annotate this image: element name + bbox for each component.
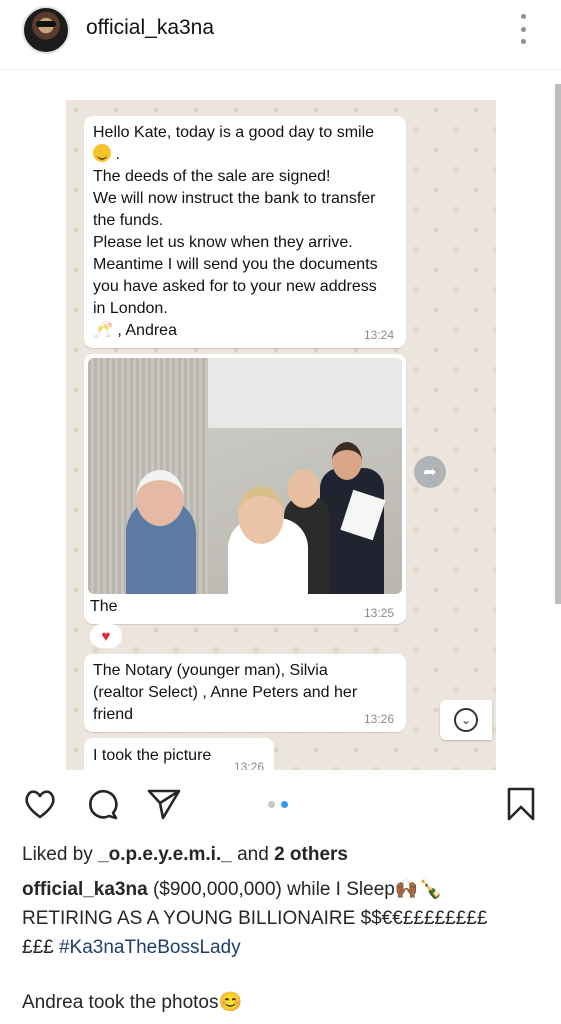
carousel-indicator xyxy=(268,801,288,808)
caption-text: RETIRING AS A YOUNG BILLIONAIRE $$€€££££… xyxy=(22,908,488,929)
likes-summary[interactable]: Liked by _o.p.e.y.e.m.i._ and 2 others xyxy=(22,844,348,866)
group-photo xyxy=(88,358,402,594)
message-line: Meantime I will send you the documents xyxy=(93,256,378,273)
message-bubble: The Notary (younger man), Silvia (realto… xyxy=(84,654,406,732)
message-line: in London. xyxy=(93,300,168,317)
action-bar xyxy=(0,786,561,826)
caption-text: ($900,000,000) while I Sleep🙌🏾🍾 xyxy=(147,879,443,900)
message-time: 13:26 xyxy=(363,712,394,726)
liked-by-others[interactable]: 2 others xyxy=(274,844,348,865)
message-time: 13:24 xyxy=(363,328,394,342)
message-line: (realtor Select) , Anne Peters and her xyxy=(93,684,358,701)
avatar[interactable] xyxy=(22,6,70,54)
forward-arrow-icon: ➦ xyxy=(414,456,446,488)
message-line: . xyxy=(93,144,397,166)
post-caption: official_ka3na ($900,000,000) while I Sl… xyxy=(22,875,542,962)
smile-emoji-icon xyxy=(93,144,111,162)
carousel-dot xyxy=(268,801,275,808)
message-line: the funds. xyxy=(93,212,164,229)
page-scrollbar[interactable] xyxy=(555,84,561,604)
caption-username[interactable]: official_ka3na xyxy=(22,879,148,900)
message-line: friend xyxy=(93,706,134,723)
message-line: 🥂 , Andrea xyxy=(93,322,177,339)
likes-mid: and xyxy=(231,844,275,865)
message-line: I took the picture xyxy=(93,747,212,764)
hashtag-link[interactable]: #Ka3naTheBossLady xyxy=(59,937,241,958)
likes-prefix: Liked by xyxy=(22,844,99,865)
send-icon[interactable] xyxy=(146,786,182,822)
post-image[interactable]: Hello Kate, today is a good day to smile… xyxy=(66,100,496,770)
message-time: 13:25 xyxy=(363,606,394,620)
heart-reaction-icon: ♥ xyxy=(90,624,122,648)
liked-by-user[interactable]: _o.p.e.y.e.m.i._ xyxy=(98,844,232,865)
more-vertical-icon[interactable] xyxy=(516,14,530,44)
message-line: Hello Kate, today is a good day to smile xyxy=(93,124,375,141)
username[interactable]: official_ka3na xyxy=(86,16,214,40)
bookmark-icon[interactable] xyxy=(503,786,539,822)
message-line: you have asked for to your new address xyxy=(93,278,377,295)
message-line: We will now instruct the bank to transfe… xyxy=(93,190,376,207)
message-time: 13:26 xyxy=(233,760,264,770)
carousel-dot xyxy=(281,801,288,808)
message-line: The deeds of the sale are signed! xyxy=(93,168,331,185)
message-bubble: I took the picture 13:26 xyxy=(84,738,274,770)
post-header: official_ka3na xyxy=(0,0,561,70)
message-bubble: Hello Kate, today is a good day to smile… xyxy=(84,116,406,348)
caption-comment: Andrea took the photos😊 xyxy=(22,992,243,1013)
message-line: The Notary (younger man), Silvia xyxy=(93,662,328,679)
heart-icon[interactable] xyxy=(22,786,58,822)
photo-message-bubble: The 13:25 xyxy=(84,354,406,624)
chevron-down-circle-icon: ⌄ xyxy=(440,700,492,740)
caption-text: £££ xyxy=(22,937,59,958)
message-line: Please let us know when they arrive. xyxy=(93,234,353,251)
comment-icon[interactable] xyxy=(84,786,120,822)
photo-caption: The xyxy=(90,598,118,615)
